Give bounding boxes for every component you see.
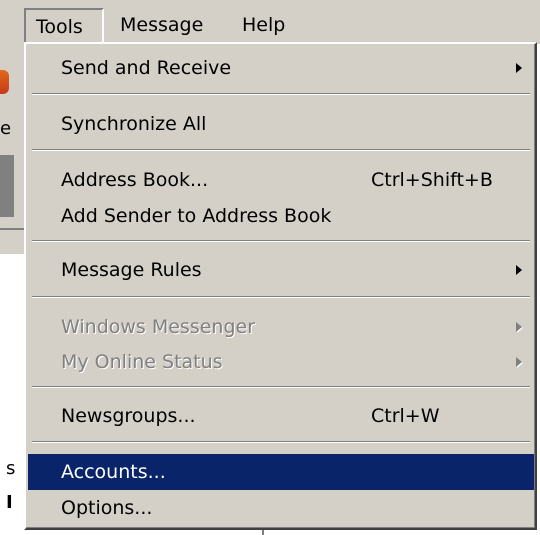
menu-separator <box>32 441 530 443</box>
menu-item-shortcut: Ctrl+W <box>371 405 440 427</box>
menu-item-add-sender-to-address-book[interactable]: Add Sender to Address Book <box>28 198 534 234</box>
menu-item-label: Message Rules <box>61 259 202 281</box>
menu-item-label: Synchronize All <box>61 113 207 135</box>
menu-item-label: Add Sender to Address Book <box>61 205 332 227</box>
send-receive-toolbar-icon <box>0 70 9 94</box>
menu-separator <box>32 240 530 242</box>
menu-separator <box>32 296 530 298</box>
menu-item-label: Address Book... <box>61 169 209 191</box>
menu-item-label: Accounts... <box>61 461 166 483</box>
chevron-right-icon <box>516 63 522 73</box>
menu-item-message-rules[interactable]: Message Rules <box>28 252 534 288</box>
menu-item-synchronize-all[interactable]: Synchronize All <box>28 106 534 142</box>
tools-dropdown-menu: Send and Receive Synchronize All Address… <box>24 42 537 530</box>
menu-item-address-book[interactable]: Address Book... Ctrl+Shift+B <box>28 162 534 198</box>
menu-separator <box>32 386 530 388</box>
background-divider <box>0 228 24 230</box>
menu-tools[interactable]: Tools <box>24 8 104 42</box>
chevron-right-icon <box>516 322 522 332</box>
menu-item-send-and-receive[interactable]: Send and Receive <box>28 50 534 86</box>
chevron-right-icon <box>516 357 522 367</box>
menu-item-options[interactable]: Options... <box>28 490 534 526</box>
menu-separator <box>32 93 530 95</box>
menu-item-label: My Online Status <box>61 351 223 373</box>
menu-item-label: Windows Messenger <box>61 316 256 338</box>
menu-item-newsgroups[interactable]: Newsgroups... Ctrl+W <box>28 398 534 434</box>
menu-message[interactable]: Message <box>110 8 213 42</box>
menu-item-label: Newsgroups... <box>61 405 196 427</box>
menu-help[interactable]: Help <box>232 8 295 42</box>
menu-item-windows-messenger[interactable]: Windows Messenger <box>28 309 534 345</box>
menu-item-my-online-status[interactable]: My Online Status <box>28 344 534 380</box>
background-toolbar-panel <box>0 155 14 217</box>
background-text-fragment: e <box>0 118 12 139</box>
menu-separator <box>32 149 530 151</box>
chevron-right-icon <box>516 265 522 275</box>
menu-item-label: Send and Receive <box>61 57 232 79</box>
menu-item-accounts[interactable]: Accounts... <box>28 454 534 490</box>
background-text-fragment: I <box>6 492 13 513</box>
menu-item-label: Options... <box>61 497 153 519</box>
background-text-fragment: s <box>6 458 16 479</box>
menu-item-shortcut: Ctrl+Shift+B <box>371 169 493 191</box>
